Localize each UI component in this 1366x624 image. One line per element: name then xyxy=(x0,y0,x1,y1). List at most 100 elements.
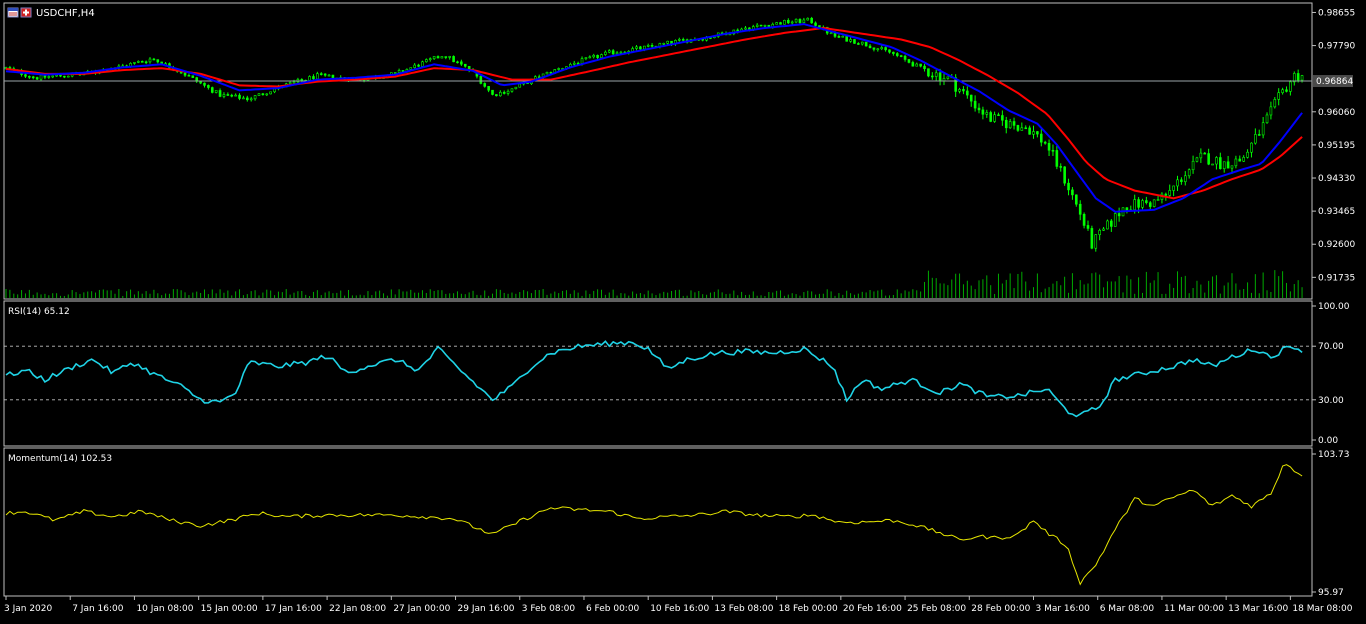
time-tick-label: 17 Jan 16:00 xyxy=(265,604,322,614)
candle-body xyxy=(308,76,311,81)
time-tick-label: 13 Feb 08:00 xyxy=(714,604,773,614)
candle-body xyxy=(214,90,218,93)
candle-body xyxy=(1234,158,1238,167)
candle-body xyxy=(137,61,140,63)
candle-body xyxy=(265,93,269,96)
candle-body xyxy=(872,47,876,50)
candle-body xyxy=(1191,160,1195,171)
candle-body xyxy=(1211,163,1214,166)
candle-body xyxy=(495,94,498,97)
candle-body xyxy=(1296,73,1300,81)
candle-body xyxy=(810,17,813,24)
candle-body xyxy=(1137,199,1140,208)
candle-body xyxy=(479,75,483,84)
candle-body xyxy=(580,58,584,64)
chart-window[interactable]: 0.98655 0.97790 0.96060 0.95195 0.94330 0.934… xyxy=(0,0,1366,620)
candle-body xyxy=(24,74,27,77)
candle-body xyxy=(218,90,222,97)
candle-body xyxy=(880,47,884,50)
candle-body xyxy=(607,50,611,53)
candle-body xyxy=(510,88,514,92)
candle-body xyxy=(903,55,907,60)
candle-body xyxy=(1265,114,1269,124)
candle-body xyxy=(923,65,926,69)
price-tick-label: 0.98655 xyxy=(1318,8,1355,18)
candle-body xyxy=(806,17,810,21)
price-current-label: 0.96864 xyxy=(1313,75,1353,88)
candle-body xyxy=(1004,119,1008,129)
candle-body xyxy=(642,45,646,50)
candle-body xyxy=(884,47,887,51)
candle-body xyxy=(639,46,642,50)
candle-body xyxy=(619,51,623,54)
candle-body xyxy=(1257,134,1261,136)
candle-body xyxy=(938,72,942,82)
candle-body xyxy=(919,63,922,67)
candle-body xyxy=(973,100,977,109)
time-tick-label: 7 Jan 16:00 xyxy=(72,604,124,614)
candle-body xyxy=(981,109,985,115)
time-tick-label: 6 Feb 00:00 xyxy=(586,604,640,614)
candle-body xyxy=(35,77,39,80)
candle-body xyxy=(775,22,778,25)
candle-body xyxy=(857,43,860,45)
time-tick-label: 10 Feb 16:00 xyxy=(650,604,709,614)
candle-body xyxy=(191,75,195,78)
candle-body xyxy=(864,41,868,47)
candle-body xyxy=(463,63,467,67)
candle-body xyxy=(66,75,70,78)
candle-body xyxy=(413,64,416,68)
price-tick-label: 0.97790 xyxy=(1318,42,1355,52)
candle-body xyxy=(1222,161,1226,169)
time-tick-label: 25 Feb 08:00 xyxy=(907,604,966,614)
candle-body xyxy=(876,48,880,51)
candle-body xyxy=(203,82,206,86)
candle-body xyxy=(1094,234,1098,249)
candle-body xyxy=(1012,121,1016,126)
candle-body xyxy=(790,21,794,24)
candle-body xyxy=(899,55,903,57)
candle-body xyxy=(1277,92,1281,100)
candle-body xyxy=(261,93,265,96)
candle-body xyxy=(1055,150,1059,167)
candle-body xyxy=(312,76,315,80)
candle-body xyxy=(456,61,459,64)
candle-body xyxy=(892,51,895,54)
candle-body xyxy=(1071,189,1074,196)
candle-body xyxy=(222,94,226,97)
chart-canvas[interactable]: 0.98655 0.97790 0.96060 0.95195 0.94330 0.934… xyxy=(0,0,1366,620)
candle-body xyxy=(763,24,767,27)
candle-body xyxy=(1043,141,1047,144)
momentum-tick-label: 103.73 xyxy=(1318,450,1350,460)
time-tick-label: 13 Mar 16:00 xyxy=(1228,604,1288,614)
candle-body xyxy=(545,72,549,75)
candle-body xyxy=(1028,127,1031,135)
candle-body xyxy=(1106,220,1109,230)
candle-body xyxy=(51,75,55,78)
candle-body xyxy=(650,45,654,47)
candle-body xyxy=(425,59,428,63)
candle-body xyxy=(1172,185,1175,191)
candle-body xyxy=(518,83,522,88)
candle-body xyxy=(1164,193,1168,196)
candle-body xyxy=(888,49,891,53)
candle-body xyxy=(246,97,249,101)
candle-body xyxy=(140,61,144,63)
candle-body xyxy=(860,41,864,45)
candle-body xyxy=(934,72,938,77)
price-tick-label: 0.94330 xyxy=(1318,174,1355,184)
candle-body xyxy=(502,91,506,94)
candle-body xyxy=(1285,89,1288,92)
candle-body xyxy=(868,45,872,49)
candle-body xyxy=(1133,199,1136,211)
candle-body xyxy=(1063,166,1066,184)
candle-body xyxy=(506,90,510,94)
candle-body xyxy=(1082,214,1086,226)
candle-body xyxy=(600,54,603,58)
candle-body xyxy=(1273,99,1277,108)
candle-body xyxy=(1090,228,1094,249)
candle-body xyxy=(1156,199,1160,201)
candle-body xyxy=(611,50,615,55)
candle-body xyxy=(1078,203,1082,215)
price-tick-label: 0.95195 xyxy=(1318,141,1355,151)
